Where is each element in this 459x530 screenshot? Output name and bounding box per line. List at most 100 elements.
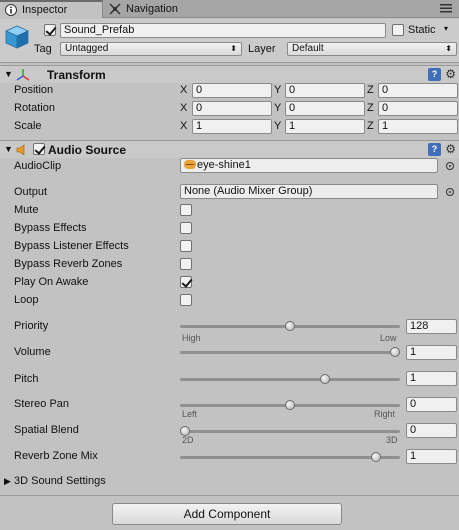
- spatial-blend-label: Spatial Blend: [14, 424, 79, 436]
- axis-z-label: Z: [367, 102, 374, 114]
- rotation-z-field[interactable]: 0: [378, 101, 458, 116]
- foldout-expanded-icon[interactable]: ▼: [4, 69, 13, 79]
- chevron-updown-icon: ⬍: [445, 44, 452, 53]
- spatial-blend-min-label: 2D: [182, 435, 194, 445]
- audio-source-enabled-checkbox[interactable]: [33, 143, 45, 155]
- axis-y-label: Y: [274, 102, 282, 114]
- pitch-label: Pitch: [14, 373, 39, 385]
- scale-y-field[interactable]: 1: [285, 119, 365, 134]
- mute-label: Mute: [14, 204, 39, 216]
- rotation-label: Rotation: [14, 102, 55, 114]
- rotation-y-field[interactable]: 0: [285, 101, 365, 116]
- gear-icon[interactable]: ⚙: [445, 67, 456, 81]
- layer-dropdown[interactable]: Default ⬍: [287, 42, 457, 56]
- scale-z-field[interactable]: 1: [378, 119, 458, 134]
- play-on-awake-label: Play On Awake: [14, 276, 89, 288]
- slider-thumb[interactable]: [390, 347, 400, 357]
- bypass-effects-checkbox[interactable]: [180, 222, 192, 234]
- loop-checkbox[interactable]: [180, 294, 192, 306]
- help-icon[interactable]: ?: [428, 143, 441, 156]
- panel-menu-icon[interactable]: [439, 2, 453, 14]
- spatial-blend-value-field[interactable]: 0: [406, 423, 457, 438]
- add-component-button[interactable]: Add Component: [112, 503, 342, 525]
- axis-x-label: X: [180, 84, 188, 96]
- bypass-reverb-zones-checkbox[interactable]: [180, 258, 192, 270]
- stereo-pan-label: Stereo Pan: [14, 398, 70, 410]
- tab-navigation[interactable]: Navigation: [104, 0, 210, 18]
- audioclip-value: eye-shine1: [197, 159, 251, 171]
- output-label: Output: [14, 186, 48, 198]
- gameobject-cube-icon: [4, 24, 30, 50]
- rotation-x-field[interactable]: 0: [192, 101, 272, 116]
- scale-label: Scale: [14, 120, 42, 132]
- tag-dropdown-value: Untagged: [65, 43, 109, 54]
- volume-value-field[interactable]: 1: [406, 345, 457, 360]
- stereo-pan-max-label: Right: [374, 409, 396, 419]
- sound-settings-foldout[interactable]: ▶ 3D Sound Settings: [0, 475, 459, 491]
- gameobject-name-field[interactable]: Sound_Prefab: [60, 23, 386, 38]
- chevron-updown-icon: ⬍: [230, 44, 237, 53]
- reverb-zone-mix-label: Reverb Zone Mix: [14, 450, 98, 462]
- transform-axes-icon: [16, 68, 30, 85]
- pitch-value-field[interactable]: 1: [406, 371, 457, 386]
- position-y-field[interactable]: 0: [285, 83, 365, 98]
- spatial-blend-slider[interactable]: [180, 426, 400, 436]
- navigation-icon: [109, 3, 121, 15]
- axis-x-label: X: [180, 120, 188, 132]
- bypass-reverb-zones-label: Bypass Reverb Zones: [14, 258, 123, 270]
- tab-navigation-label: Navigation: [126, 3, 178, 15]
- audioclip-label: AudioClip: [14, 160, 62, 172]
- gameobject-active-checkbox[interactable]: [44, 24, 56, 36]
- transform-header[interactable]: ▼ Transform ? ⚙: [0, 65, 459, 83]
- layer-dropdown-value: Default: [292, 43, 324, 54]
- volume-slider[interactable]: [180, 347, 400, 357]
- pitch-slider[interactable]: [180, 374, 400, 384]
- priority-value-field[interactable]: 128: [406, 319, 457, 334]
- play-on-awake-checkbox[interactable]: [180, 276, 192, 288]
- audio-source-title: Audio Source: [48, 143, 127, 157]
- audio-clip-icon: [184, 160, 196, 169]
- spatial-blend-max-label: 3D: [386, 435, 398, 445]
- tag-dropdown[interactable]: Untagged ⬍: [60, 42, 242, 56]
- scale-x-field[interactable]: 1: [192, 119, 272, 134]
- output-field[interactable]: None (Audio Mixer Group): [180, 184, 438, 199]
- info-icon: [5, 4, 17, 16]
- object-picker-icon[interactable]: [446, 162, 454, 170]
- help-icon[interactable]: ?: [428, 68, 441, 81]
- priority-slider[interactable]: [180, 321, 400, 331]
- bypass-listener-effects-checkbox[interactable]: [180, 240, 192, 252]
- audio-source-header[interactable]: ▼ Audio Source ? ⚙: [0, 140, 459, 158]
- audioclip-field[interactable]: eye-shine1: [180, 158, 438, 173]
- gear-icon[interactable]: ⚙: [445, 142, 456, 156]
- axis-x-label: X: [180, 102, 188, 114]
- static-dropdown-arrow-icon[interactable]: ▾: [444, 24, 448, 33]
- slider-thumb[interactable]: [320, 374, 331, 384]
- stereo-pan-value-field[interactable]: 0: [406, 397, 457, 412]
- foldout-collapsed-icon[interactable]: ▶: [4, 476, 11, 487]
- stereo-pan-slider[interactable]: [180, 400, 400, 410]
- position-label: Position: [14, 84, 54, 96]
- tab-inspector[interactable]: Inspector: [0, 0, 103, 18]
- mute-checkbox[interactable]: [180, 204, 192, 216]
- slider-thumb[interactable]: [370, 452, 381, 462]
- divider: [0, 495, 459, 496]
- reverb-zone-mix-value-field[interactable]: 1: [406, 449, 457, 464]
- position-x-field[interactable]: 0: [192, 83, 272, 98]
- gameobject-header: Sound_Prefab Static ▾ Tag Untagged ⬍ Lay…: [0, 19, 459, 63]
- reverb-zone-mix-slider[interactable]: [180, 452, 400, 462]
- axis-z-label: Z: [367, 84, 374, 96]
- layer-label: Layer: [248, 43, 276, 55]
- bypass-effects-label: Bypass Effects: [14, 222, 87, 234]
- tab-bar: Inspector Navigation: [0, 0, 459, 18]
- object-picker-icon[interactable]: [446, 188, 454, 196]
- speaker-icon: [16, 144, 29, 159]
- stereo-pan-min-label: Left: [182, 409, 198, 419]
- loop-label: Loop: [14, 294, 39, 306]
- sound-settings-label: 3D Sound Settings: [14, 475, 106, 487]
- static-checkbox[interactable]: [392, 24, 404, 36]
- position-z-field[interactable]: 0: [378, 83, 458, 98]
- tag-label: Tag: [34, 43, 52, 55]
- foldout-expanded-icon[interactable]: ▼: [4, 144, 13, 154]
- slider-thumb[interactable]: [285, 400, 295, 410]
- slider-thumb[interactable]: [285, 321, 295, 331]
